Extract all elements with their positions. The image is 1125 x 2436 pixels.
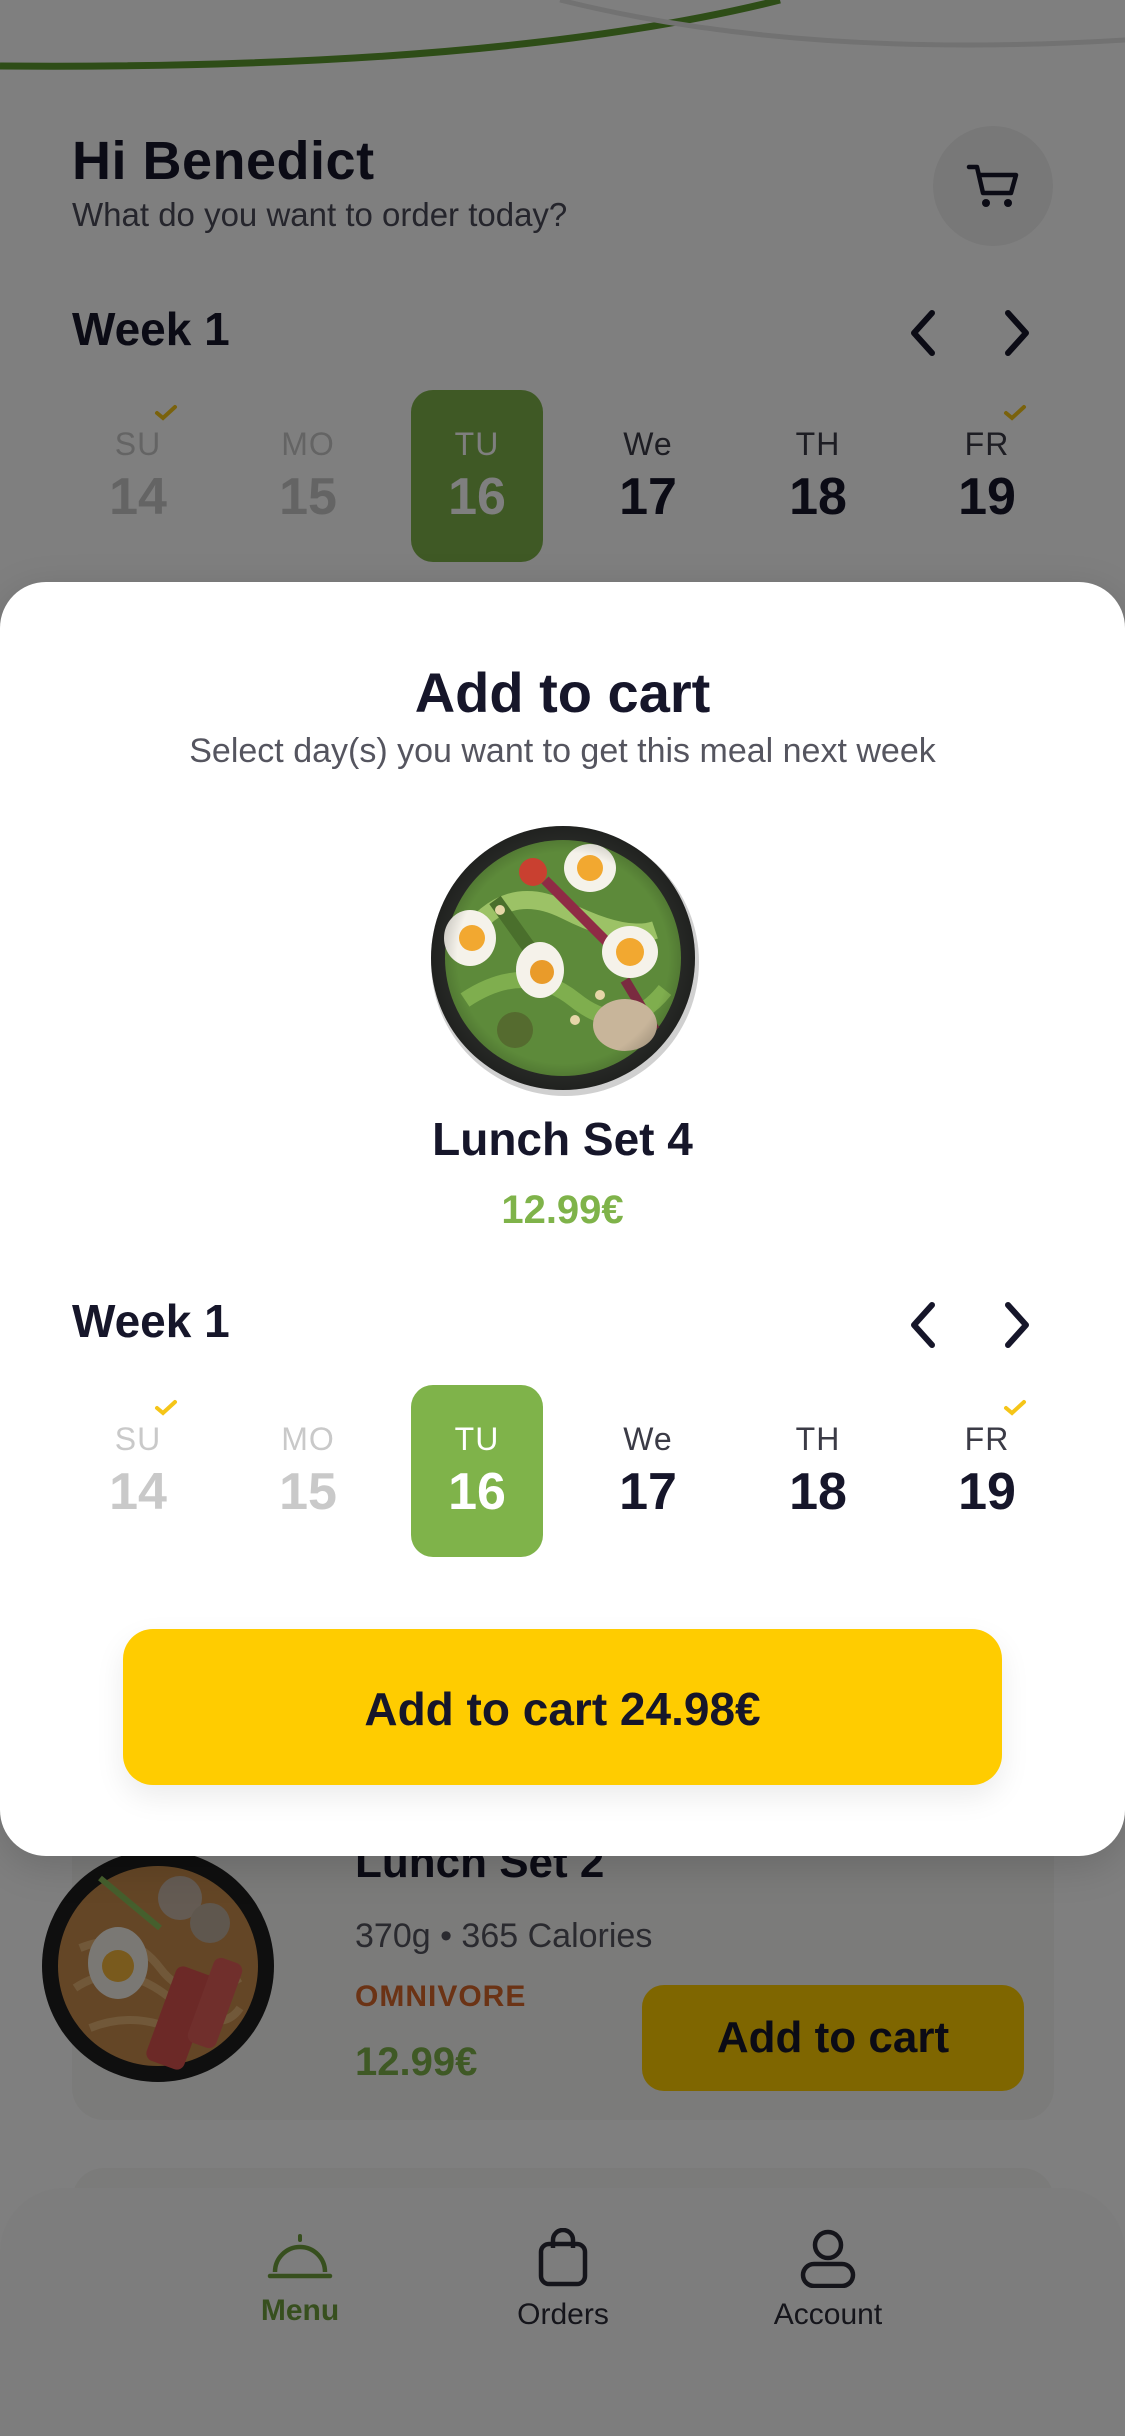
day-we[interactable]: We 17 xyxy=(582,1385,714,1557)
button-label: Add to cart 24.98€ xyxy=(364,1682,761,1735)
day-name: TH xyxy=(795,1420,841,1457)
add-to-cart-total-button[interactable]: Add to cart 24.98€ xyxy=(123,1629,1002,1785)
day-number: 16 xyxy=(448,1462,506,1521)
next-week-button[interactable] xyxy=(992,1298,1042,1352)
day-tu[interactable]: TU 16 xyxy=(411,1385,543,1557)
salad-bowl-image xyxy=(431,826,699,1096)
day-name: FR xyxy=(964,1420,1010,1457)
prev-week-button[interactable] xyxy=(898,1298,948,1352)
add-to-cart-modal: Add to cart Select day(s) you want to ge… xyxy=(0,582,1125,1856)
check-icon xyxy=(155,1400,177,1416)
modal-day-selector: SU 14 MO 15 TU 16 We 17 TH 18 FR 19 xyxy=(0,1385,1125,1560)
day-name: We xyxy=(623,1420,673,1457)
day-su[interactable]: SU 14 xyxy=(72,1385,204,1557)
day-name: SU xyxy=(114,1420,162,1457)
app-screen: Hi Benedict What do you want to order to… xyxy=(0,0,1125,2436)
modal-week-header: Week 1 xyxy=(72,1294,1052,1354)
modal-subtitle: Select day(s) you want to get this meal … xyxy=(189,732,936,770)
day-mo[interactable]: MO 15 xyxy=(242,1385,374,1557)
day-name: MO xyxy=(281,1420,335,1457)
day-th[interactable]: TH 18 xyxy=(752,1385,884,1557)
day-number: 19 xyxy=(958,1462,1016,1521)
modal-meal-price: 12.99€ xyxy=(501,1188,624,1232)
day-number: 15 xyxy=(279,1462,337,1521)
day-number: 17 xyxy=(619,1462,677,1521)
day-number: 14 xyxy=(109,1462,167,1521)
modal-title: Add to cart xyxy=(414,661,711,724)
check-icon xyxy=(1004,1400,1026,1416)
day-fr[interactable]: FR 19 xyxy=(921,1385,1053,1557)
chevron-left-icon xyxy=(911,1302,935,1348)
modal-meal-name: Lunch Set 4 xyxy=(432,1113,693,1165)
week-label: Week 1 xyxy=(72,1295,230,1347)
day-name: TU xyxy=(454,1420,500,1457)
chevron-right-icon xyxy=(1005,1302,1029,1348)
day-number: 18 xyxy=(789,1462,847,1521)
